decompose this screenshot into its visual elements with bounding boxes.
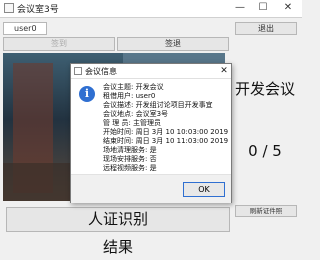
ok-button[interactable]: OK [183,182,225,197]
id-verify-button[interactable]: 人证识别 [6,207,230,232]
dialog-close-icon[interactable]: ✕ [217,64,231,78]
exit-button[interactable]: 退出 [235,22,297,35]
result-label: 结果 [102,238,133,256]
signin-button[interactable]: 签到 [3,37,115,51]
maximize-icon[interactable]: ☐ [255,1,271,15]
window-titlebar[interactable]: 会议室3号 — ☐ ✕ [0,0,302,18]
signout-button[interactable]: 签退 [117,37,229,51]
dialog-line: 远程视频服务: 是 [103,164,157,172]
user-field[interactable]: user0 [3,22,47,35]
app-window-icon [4,3,14,13]
info-icon: i [79,86,95,102]
refresh-photo-button[interactable]: 刷新证件照 [235,205,297,217]
close-icon[interactable]: ✕ [280,1,296,15]
dialog-titlebar[interactable]: 会议信息 ✕ [71,64,231,79]
attendance-count: 0 / 5 [248,142,282,160]
window-title: 会议室3号 [17,5,59,15]
dialog-footer: OK [71,174,231,203]
dialog-window-icon [74,67,82,75]
meeting-title: 开发会议 [234,80,295,98]
dialog-title: 会议信息 [85,67,117,76]
minimize-icon[interactable]: — [232,1,248,15]
meeting-info-dialog: 会议信息 ✕ i 会议主题: 开发会议 租借用户: user0 会议描述: 开发… [70,63,232,203]
